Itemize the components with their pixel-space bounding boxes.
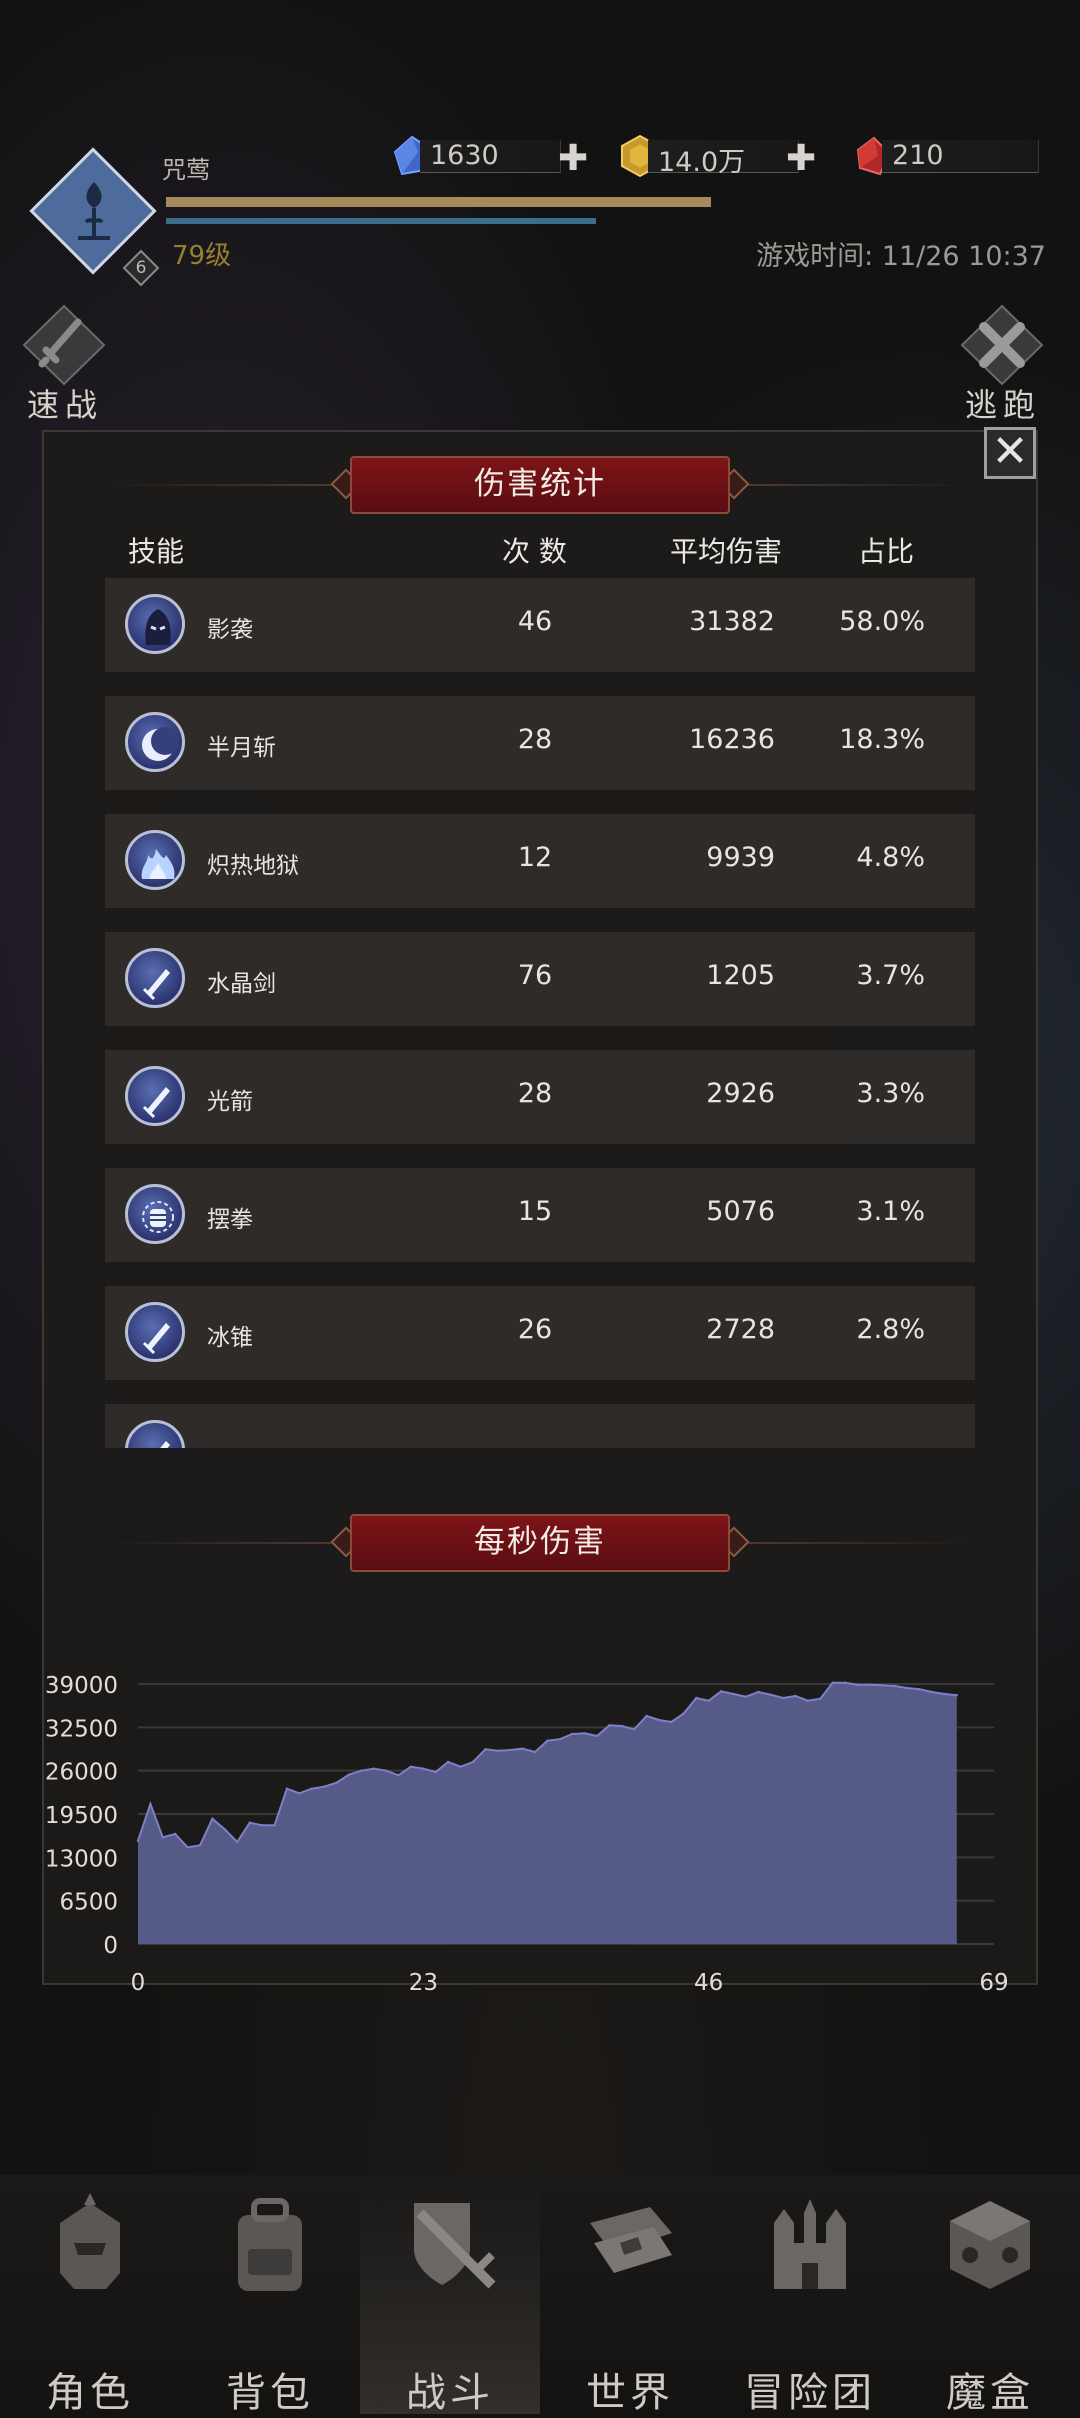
player-level: 79级: [172, 241, 232, 271]
cross-swords-icon: [960, 304, 1044, 386]
col-share: 占比: [858, 535, 915, 568]
skill-icon: [125, 948, 185, 1008]
currency-gold: 14.0万 ✚: [618, 134, 828, 179]
skill-icon: [125, 1066, 185, 1126]
damage-stats-title-banner: 伤害统计: [110, 456, 970, 514]
hp-bar: [166, 197, 711, 207]
skill-name: 水晶剑: [207, 971, 276, 997]
game-time: 游戏时间: 11/26 10:37: [756, 241, 1046, 272]
close-button[interactable]: ✕: [984, 427, 1036, 479]
nav-label: 世界: [586, 2370, 674, 2416]
skill-share: 58.0%: [839, 606, 925, 637]
crescent-moon-icon: [142, 727, 179, 761]
bottom-nav: 角色 背包 战斗 世界 冒险团 魔盒: [0, 2175, 1080, 2416]
nav-label: 背包: [226, 2370, 314, 2416]
dps-title: 每秒伤害: [350, 1514, 730, 1572]
skill-name: 冰锥: [207, 1325, 253, 1351]
sword-icon: [142, 969, 170, 1001]
nav-label: 战斗: [406, 2370, 494, 2416]
skill-count: 76: [517, 960, 553, 991]
skill-icon: [125, 594, 185, 654]
castle-icon: [774, 2199, 846, 2289]
skill-row[interactable]: 冰锥 26 2728 2.8%: [105, 1286, 975, 1380]
skill-share: 3.7%: [856, 960, 925, 991]
flame-lily-icon: [78, 182, 110, 240]
skill-avg-damage: 9939: [706, 842, 775, 873]
nav-label: 冒险团: [744, 2370, 876, 2416]
player-name: 咒莺: [162, 156, 210, 184]
sword-icon: [142, 1087, 170, 1119]
skill-name: 影袭: [207, 617, 253, 643]
skill-avg-damage: 16236: [689, 724, 775, 755]
skill-avg-damage: 1205: [706, 960, 775, 991]
escape-button[interactable]: 逃跑: [948, 300, 1058, 430]
backpack-icon: [238, 2198, 302, 2291]
skill-share: 3.1%: [856, 1196, 925, 1227]
skill-row[interactable]: 影袭 46 31382 58.0%: [105, 578, 975, 672]
nav-cube[interactable]: 魔盒: [900, 2175, 1080, 2416]
skill-icon: [125, 712, 185, 772]
nav-label: 角色: [46, 2370, 134, 2416]
skill-avg-damage: 31382: [689, 606, 775, 637]
skill-count: 15: [517, 1196, 553, 1227]
sword-icon: [22, 304, 106, 386]
skill-count: 28: [517, 724, 553, 755]
col-avg-damage: 平均伤害: [670, 535, 783, 568]
sword-icon: [160, 1441, 170, 1448]
skill-count: 28: [517, 1078, 553, 1109]
col-skill: 技能: [128, 535, 185, 568]
damage-stats-title: 伤害统计: [350, 456, 730, 514]
skill-count: 26: [517, 1314, 553, 1345]
skill-row[interactable]: 水晶剑 76 1205 3.7%: [105, 932, 975, 1026]
skill-share: 4.8%: [856, 842, 925, 873]
nav-shield-sword[interactable]: 战斗: [360, 2175, 540, 2416]
skill-row[interactable]: 光箭 28 2926 3.3%: [105, 1050, 975, 1144]
skill-row[interactable]: 半月斩 28 16236 18.3%: [105, 696, 975, 790]
skill-damage-list[interactable]: 影袭 46 31382 58.0% 半月斩 28 16236 18.3% 炽热地狱 12 9939 4…: [105, 578, 975, 1448]
helmet-icon: [60, 2193, 120, 2289]
skill-icon: [125, 1420, 185, 1448]
shield-sword-icon: [414, 2203, 496, 2289]
skill-avg-damage: 5076: [706, 1196, 775, 1227]
skill-icon: [125, 1184, 185, 1244]
nav-backpack[interactable]: 背包: [180, 2175, 360, 2416]
skill-share: 3.3%: [856, 1078, 925, 1109]
sword-icon: [142, 1323, 170, 1355]
close-icon: ✕: [991, 426, 1029, 477]
skill-name: 半月斩: [207, 735, 276, 761]
cube-icon: [950, 2201, 1030, 2289]
skill-icon: [125, 830, 185, 890]
skill-share: 18.3%: [839, 724, 925, 755]
skill-icon: [125, 1302, 185, 1362]
skill-name: 炽热地狱: [207, 853, 299, 879]
quick-battle-button[interactable]: 速战: [10, 300, 120, 430]
add-gold-button[interactable]: ✚: [786, 138, 816, 179]
map-scroll-icon: [590, 2207, 672, 2273]
col-count: 次 数: [502, 535, 567, 568]
skill-avg-damage: 2728: [706, 1314, 775, 1345]
skill-share: 2.8%: [856, 1314, 925, 1345]
player-header: 6 咒莺 79级 1630 ✚ 14.0万 ✚ 210 游戏时间: 11/26 …: [0, 0, 1080, 300]
shadow-hood-icon: [145, 609, 171, 645]
skill-avg-damage: 2926: [706, 1078, 775, 1109]
nav-castle[interactable]: 冒险团: [720, 2175, 900, 2416]
flame-icon: [141, 849, 175, 879]
exp-bar: [166, 218, 596, 224]
add-blue-gem-button[interactable]: ✚: [558, 138, 588, 179]
nav-map-scroll[interactable]: 世界: [540, 2175, 720, 2416]
skill-row[interactable]: 摆拳 15 5076 3.1%: [105, 1168, 975, 1262]
currency-red-gem: 210: [852, 134, 1042, 176]
skill-count: 46: [517, 606, 553, 637]
skill-name: 光箭: [207, 1089, 253, 1115]
skill-name: 摆拳: [207, 1207, 253, 1233]
currency-blue-gem: 1630 ✚: [390, 134, 590, 179]
skill-row[interactable]: [105, 1404, 975, 1448]
nav-helmet[interactable]: 角色: [0, 2175, 180, 2416]
dps-title-banner: 每秒伤害: [110, 1514, 970, 1572]
nav-label: 魔盒: [946, 2370, 1034, 2416]
skill-count: 12: [517, 842, 553, 873]
fist-icon: [142, 1201, 174, 1233]
skill-row[interactable]: 炽热地狱 12 9939 4.8%: [105, 814, 975, 908]
